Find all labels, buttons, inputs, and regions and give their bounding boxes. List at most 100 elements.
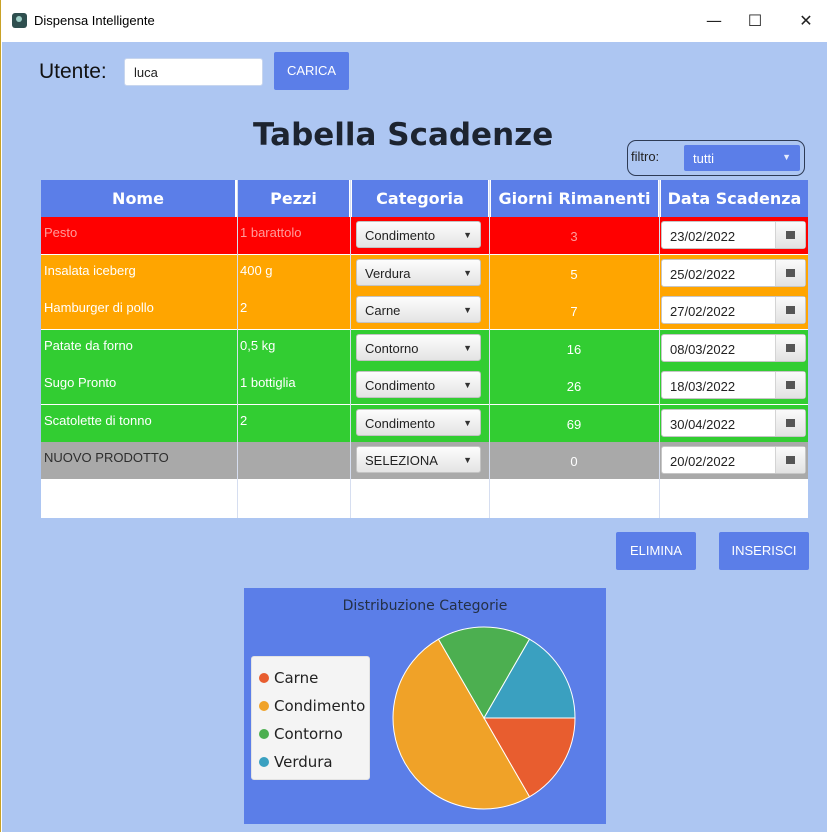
- delete-button[interactable]: ELIMINA: [616, 532, 696, 570]
- chevron-down-icon: ▼: [463, 417, 472, 428]
- filter-box: filtro: tutti ▼: [627, 140, 805, 176]
- calendar-glyph-icon: [786, 456, 795, 464]
- header-nome[interactable]: Nome: [41, 180, 235, 217]
- minimize-icon[interactable]: —: [699, 8, 729, 34]
- cell-pezzi: 1 bottiglia: [240, 375, 296, 390]
- column-divider: [489, 180, 490, 518]
- cell-pezzi: 2: [240, 300, 248, 315]
- calendar-icon[interactable]: [775, 334, 805, 361]
- category-select[interactable]: Contorno ▼: [356, 333, 481, 361]
- table-row[interactable]: Scatolette di tonno 2 Condimento ▼ 69 30/04/2…: [41, 404, 808, 442]
- cell-name: Pesto: [44, 225, 78, 240]
- filter-select[interactable]: tutti ▼: [684, 145, 800, 171]
- cell-days-remaining: 5: [570, 266, 578, 282]
- calendar-icon[interactable]: [775, 259, 805, 286]
- expiry-table: Nome Pezzi Categoria Giorni Rimanenti Da…: [41, 180, 808, 518]
- calendar-icon[interactable]: [775, 222, 805, 248]
- calendar-icon[interactable]: [775, 372, 805, 398]
- category-value: Condimento: [365, 378, 436, 393]
- cell-pezzi: 0,5 kg: [240, 337, 276, 353]
- table-row[interactable]: Insalata iceberg 400 g Verdura ▼ 5 25/02/2022: [41, 254, 808, 292]
- date-picker[interactable]: 23/02/2022: [661, 221, 806, 249]
- cell-pezzi: [240, 442, 348, 479]
- user-label: Utente:: [39, 60, 107, 83]
- category-select[interactable]: Verdura ▼: [356, 258, 481, 286]
- close-icon[interactable]: ✕: [791, 8, 821, 34]
- page-title: Tabella Scadenze: [253, 117, 554, 153]
- filter-label: filtro:: [631, 149, 660, 164]
- load-button[interactable]: CARICA: [274, 52, 349, 90]
- cell-days-remaining: 3: [570, 229, 578, 244]
- category-value: SELEZIONA: [365, 453, 438, 468]
- date-value: 08/03/2022: [670, 341, 736, 357]
- user-input[interactable]: luca: [124, 58, 263, 86]
- category-value: Carne: [365, 303, 401, 318]
- category-value: Condimento: [365, 415, 436, 431]
- filter-selected-value: tutti: [693, 151, 714, 166]
- date-picker[interactable]: 18/03/2022: [661, 371, 806, 399]
- table-row[interactable]: NUOVO PRODOTTO SELEZIONA ▼ 0 20/02/2022: [41, 442, 808, 479]
- insert-button[interactable]: INSERISCI: [719, 532, 809, 570]
- date-value: 23/02/2022: [670, 229, 736, 244]
- calendar-glyph-icon: [786, 306, 795, 314]
- calendar-glyph-icon: [786, 418, 795, 427]
- table-row[interactable]: Hamburger di pollo 2 Carne ▼ 7 27/02/2022: [41, 292, 808, 329]
- title-bar: Dispensa Intelligente — ☐ ✕: [1, 0, 827, 42]
- cell-pezzi: 400 g: [240, 262, 273, 278]
- category-select[interactable]: SELEZIONA ▼: [356, 446, 481, 473]
- date-value: 30/04/2022: [670, 416, 736, 432]
- table-row-empty[interactable]: [41, 479, 808, 517]
- cell-days-remaining: 7: [570, 304, 578, 319]
- date-picker[interactable]: 25/02/2022: [661, 258, 806, 287]
- maximize-icon[interactable]: ☐: [740, 8, 770, 34]
- date-value: 25/02/2022: [670, 266, 736, 282]
- category-select[interactable]: Condimento ▼: [356, 221, 481, 248]
- calendar-icon[interactable]: [775, 447, 805, 473]
- chevron-down-icon: ▼: [782, 152, 791, 162]
- table-row[interactable]: Sugo Pronto 1 bottiglia Condimento ▼ 26 18/03…: [41, 367, 808, 404]
- column-divider: [659, 180, 660, 518]
- category-select[interactable]: Carne ▼: [356, 296, 481, 323]
- calendar-glyph-icon: [786, 343, 795, 352]
- category-value: Condimento: [365, 228, 436, 243]
- calendar-icon[interactable]: [775, 409, 805, 436]
- cell-name: Patate da forno: [44, 337, 133, 353]
- cell-days-remaining: 69: [566, 416, 582, 432]
- calendar-glyph-icon: [786, 231, 795, 239]
- cell-days-remaining: 0: [570, 454, 578, 469]
- table-row[interactable]: Pesto 1 barattolo Condimento ▼ 3 23/02/2022: [41, 217, 808, 254]
- window-title: Dispensa Intelligente: [34, 13, 155, 28]
- date-picker[interactable]: 20/02/2022: [661, 446, 806, 474]
- header-pezzi[interactable]: Pezzi: [238, 180, 349, 217]
- cell-days-remaining: 16: [566, 341, 582, 357]
- chevron-down-icon: ▼: [463, 230, 472, 240]
- category-select[interactable]: Condimento ▼: [356, 408, 481, 436]
- chevron-down-icon: ▼: [463, 342, 472, 353]
- header-giorni[interactable]: Giorni Rimanenti: [491, 180, 658, 217]
- pie-chart: [392, 626, 576, 810]
- calendar-glyph-icon: [786, 268, 795, 277]
- date-picker[interactable]: 30/04/2022: [661, 408, 806, 437]
- cell-pezzi: 2: [240, 412, 248, 428]
- date-value: 18/03/2022: [670, 379, 736, 394]
- column-divider: [350, 180, 351, 518]
- date-picker[interactable]: 08/03/2022: [661, 333, 806, 362]
- date-picker[interactable]: 27/02/2022: [661, 296, 806, 324]
- app-icon: [12, 13, 27, 28]
- table-row[interactable]: Patate da forno 0,5 kg Contorno ▼ 16 08/03/20…: [41, 329, 808, 367]
- category-value: Verdura: [365, 265, 411, 281]
- header-data[interactable]: Data Scadenza: [661, 180, 808, 217]
- category-value: Contorno: [365, 340, 419, 356]
- header-categoria[interactable]: Categoria: [352, 180, 488, 217]
- cell-name: Scatolette di tonno: [44, 412, 152, 428]
- date-value: 27/02/2022: [670, 304, 736, 319]
- category-select[interactable]: Condimento ▼: [356, 371, 481, 398]
- chevron-down-icon: ▼: [463, 380, 472, 390]
- chevron-down-icon: ▼: [463, 305, 472, 315]
- app-window: Dispensa Intelligente — ☐ ✕ Utente: luca…: [0, 0, 827, 832]
- calendar-glyph-icon: [786, 381, 795, 389]
- chevron-down-icon: ▼: [463, 267, 472, 278]
- cell-days-remaining: 26: [566, 379, 582, 394]
- chevron-down-icon: ▼: [463, 455, 472, 465]
- calendar-icon[interactable]: [775, 297, 805, 323]
